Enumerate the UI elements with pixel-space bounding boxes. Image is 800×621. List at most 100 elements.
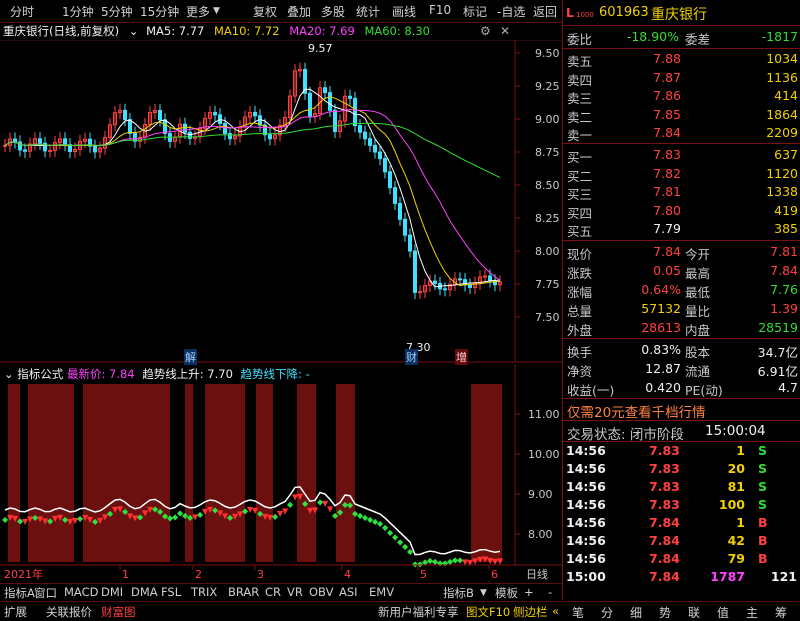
indicator-tab[interactable]: TRIX: [191, 585, 217, 599]
tick-time: 14:56: [566, 515, 606, 530]
panel-button[interactable]: 笔: [572, 604, 584, 621]
bid-row[interactable]: 买四 7.80 419: [563, 203, 800, 221]
panel-button[interactable]: 势: [659, 604, 671, 621]
overlay-button[interactable]: 叠加: [287, 3, 311, 20]
settings-circle-icon[interactable]: ⌄: [129, 24, 139, 38]
weibi-row: 委比 -18.90% 委差 -1817: [567, 29, 798, 47]
bid-row[interactable]: 买二 7.82 1120: [563, 166, 800, 184]
tab-extend[interactable]: 扩展: [4, 604, 27, 620]
tab-intraday[interactable]: 分时: [10, 3, 34, 20]
restore-rights-button[interactable]: 复权: [253, 3, 277, 20]
ask-row[interactable]: 卖四 7.87 1136: [563, 70, 800, 88]
back-button[interactable]: 返回: [533, 3, 557, 20]
statistics-button[interactable]: 统计: [356, 3, 380, 20]
bid-row[interactable]: 买五 7.79 385: [563, 221, 800, 239]
stat-row[interactable]: 外盘 28613 内盘 28519: [563, 320, 800, 338]
multi-stock-button[interactable]: 多股: [321, 3, 345, 20]
indicator-tab[interactable]: 窗口: [34, 585, 57, 601]
f10-button[interactable]: F10: [429, 3, 451, 17]
indicator-name[interactable]: 指标公式: [17, 367, 63, 381]
tick-row[interactable]: 14:56 7.83 1 S: [563, 443, 800, 461]
add-indicator-button[interactable]: +: [524, 585, 534, 599]
promo-banner[interactable]: 仅需20元查看千档行情: [563, 401, 800, 421]
candle-body: [163, 119, 167, 135]
kline-chart[interactable]: 9.50 9.25 9.00 8.75 8.50 8.25 8.00 7.75 7.50 11.…: [0, 40, 562, 583]
template-tab[interactable]: 模板: [495, 585, 518, 601]
close-icon[interactable]: ✕: [500, 24, 510, 38]
ask-label: 卖三: [567, 91, 593, 106]
tick-row[interactable]: 14:56 7.83 81 S: [563, 479, 800, 497]
draw-line-button[interactable]: 画线: [392, 3, 416, 20]
indicator-tab[interactable]: 指标A: [4, 585, 35, 601]
chevron-down-icon[interactable]: ▼: [213, 6, 220, 16]
stat-label: 外盘: [567, 323, 593, 338]
indicator-tab[interactable]: FSL: [161, 585, 181, 599]
tab-wealth-chart[interactable]: 财富图: [101, 604, 136, 620]
bid-row[interactable]: 买三 7.81 1338: [563, 184, 800, 202]
tick-time: 14:56: [566, 497, 606, 512]
stat-row[interactable]: 净资 12.87 流通 6.91亿: [563, 361, 800, 379]
stat-row[interactable]: 涨跌 0.05 最高 7.84: [563, 263, 800, 281]
ask-row[interactable]: 卖五 7.88 1034: [563, 51, 800, 69]
ask-row[interactable]: 卖一 7.84 2209: [563, 125, 800, 143]
stat-label: 涨跌: [567, 266, 593, 281]
indicator-tab[interactable]: VR: [287, 585, 303, 599]
tick-row[interactable]: 15:00 7.84 1787 121: [563, 569, 800, 587]
remove-indicator-button[interactable]: -: [548, 585, 552, 599]
stat-row[interactable]: 换手 0.83% 股本 34.7亿: [563, 342, 800, 360]
bid-volume: 385: [774, 221, 798, 236]
tab-more[interactable]: 更多: [186, 3, 210, 20]
new-user-promo[interactable]: 新用户福利专享: [378, 604, 459, 620]
indicator-tab[interactable]: EMV: [369, 585, 394, 599]
stat-row[interactable]: 总量 57132 量比 1.39: [563, 301, 800, 319]
stat-row[interactable]: 收益(一) 0.420 PE(动) 4.7: [563, 380, 800, 398]
price-axis-label: 8.75: [535, 146, 560, 159]
indicator-tab[interactable]: OBV: [309, 585, 333, 599]
tab-related-quote[interactable]: 关联报价: [46, 604, 92, 620]
stat-row[interactable]: 涨幅 0.64% 最低 7.76: [563, 282, 800, 300]
tick-row[interactable]: 14:56 7.83 20 S: [563, 461, 800, 479]
bid-label: 买二: [567, 168, 593, 184]
panel-button[interactable]: 值: [717, 604, 729, 621]
time-axis-period[interactable]: 日线: [526, 567, 548, 581]
indicator-tab[interactable]: DMA: [131, 585, 158, 599]
tick-row[interactable]: 14:56 7.83 100 S: [563, 497, 800, 515]
stock-name: 重庆银行: [651, 7, 707, 23]
chevron-down-icon[interactable]: ⌄: [4, 367, 14, 381]
tab-15min[interactable]: 15分钟: [140, 3, 179, 20]
panel-button[interactable]: 细: [630, 604, 642, 621]
stat-label: 净资: [567, 364, 593, 379]
tick-row[interactable]: 14:56 7.84 42 B: [563, 533, 800, 551]
indicator-b-tab[interactable]: 指标B: [443, 585, 474, 601]
panel-button[interactable]: 主: [746, 604, 758, 621]
indicator-tab[interactable]: CR: [265, 585, 281, 599]
ask-row[interactable]: 卖三 7.86 414: [563, 88, 800, 106]
event-mark-finance[interactable]: 财: [405, 349, 418, 365]
bid-row[interactable]: 买一 7.83 637: [563, 147, 800, 165]
f10-graphic-button[interactable]: 图文F10: [466, 604, 510, 620]
mark-button[interactable]: 标记: [463, 3, 487, 20]
watchlist-button[interactable]: -自选: [497, 3, 525, 20]
ask-row[interactable]: 卖二 7.85 1864: [563, 107, 800, 125]
tick-row[interactable]: 14:56 7.84 1 B: [563, 515, 800, 533]
event-mark-increase[interactable]: 增: [455, 349, 468, 365]
indicator-tab[interactable]: MACD: [64, 585, 98, 599]
tab-5min[interactable]: 5分钟: [101, 3, 133, 20]
indicator-tab[interactable]: ASI: [339, 585, 358, 599]
stat-row[interactable]: 现价 7.84 今开 7.81: [563, 244, 800, 262]
tab-1min[interactable]: 1分钟: [62, 3, 94, 20]
indicator-tab[interactable]: BRAR: [228, 585, 259, 599]
sidebar-toggle[interactable]: 侧边栏: [513, 604, 548, 620]
event-mark-unlock[interactable]: 解: [184, 349, 197, 365]
tick-time: 14:56: [566, 461, 606, 476]
tick-row[interactable]: 14:56 7.84 79 B: [563, 551, 800, 569]
panel-button[interactable]: 联: [688, 604, 700, 621]
panel-button[interactable]: 筹: [775, 604, 787, 621]
chevron-down-icon[interactable]: ▼: [480, 588, 487, 598]
tick-side: B: [758, 551, 768, 566]
gear-icon[interactable]: ⚙: [480, 24, 491, 38]
indicator-tab[interactable]: DMI: [101, 585, 123, 599]
panel-button[interactable]: 分: [601, 604, 613, 621]
candle-body: [253, 111, 257, 117]
double-chevron-icon[interactable]: «: [552, 604, 559, 618]
